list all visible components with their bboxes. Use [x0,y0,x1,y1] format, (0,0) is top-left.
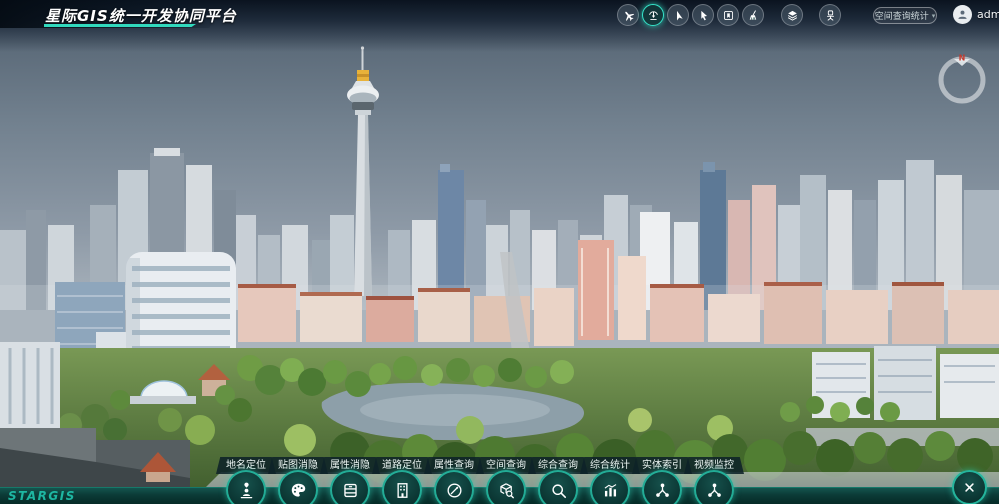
info-slash-icon [445,481,464,500]
clear-tool-button[interactable] [742,4,764,26]
watermark: STARGIS [8,489,76,503]
flight-tool-button[interactable] [617,4,639,26]
bookmark-icon [722,9,735,22]
map-viewport[interactable] [0,0,999,504]
dock-item-video-monitor[interactable]: 视频监控 [682,457,746,504]
share-network-icon [653,481,672,500]
spatial-query-dropdown[interactable]: 空间查询统计 ▾ [873,7,937,24]
drawer-box-icon [341,481,360,500]
palette-icon [289,481,308,500]
bar-chart-icon [601,481,620,500]
gis-app-window: 星际GIS统一开发协同平台 [0,0,999,504]
airplane-icon [622,9,635,22]
close-icon [962,480,977,495]
avatar [953,5,972,24]
layers-icon [786,9,799,22]
share-network-icon [705,481,724,500]
bookmark-tool-button[interactable] [717,4,739,26]
user-menu[interactable]: admin [953,5,999,24]
cube-search-icon [497,481,516,500]
select-tool-button[interactable] [692,4,714,26]
view-reset-icon [647,9,660,22]
layers-tool-button[interactable] [781,4,803,26]
navigation-arrow-icon [672,9,685,22]
broom-icon [747,9,760,22]
swivel-chair-icon [824,9,837,22]
magnifier-icon [549,481,568,500]
building-icon [393,481,412,500]
compass-north-label: N [959,54,966,63]
cursor-icon [697,9,710,22]
view-reset-tool-button[interactable] [642,4,664,26]
username: admin [977,8,999,21]
chevron-down-icon: ▾ [932,12,936,20]
user-icon [956,8,969,21]
navigate-tool-button[interactable] [667,4,689,26]
compass-control[interactable]: N [936,50,988,106]
app-title: 星际GIS统一开发协同平台 [45,5,237,26]
title-underline [44,24,196,27]
spatial-query-dropdown-value: 空间查询统计 [875,9,929,22]
top-toolbar [617,4,764,26]
dock-close-button[interactable] [952,470,987,504]
roam-tool-button[interactable] [819,4,841,26]
person-pin-icon [237,481,256,500]
